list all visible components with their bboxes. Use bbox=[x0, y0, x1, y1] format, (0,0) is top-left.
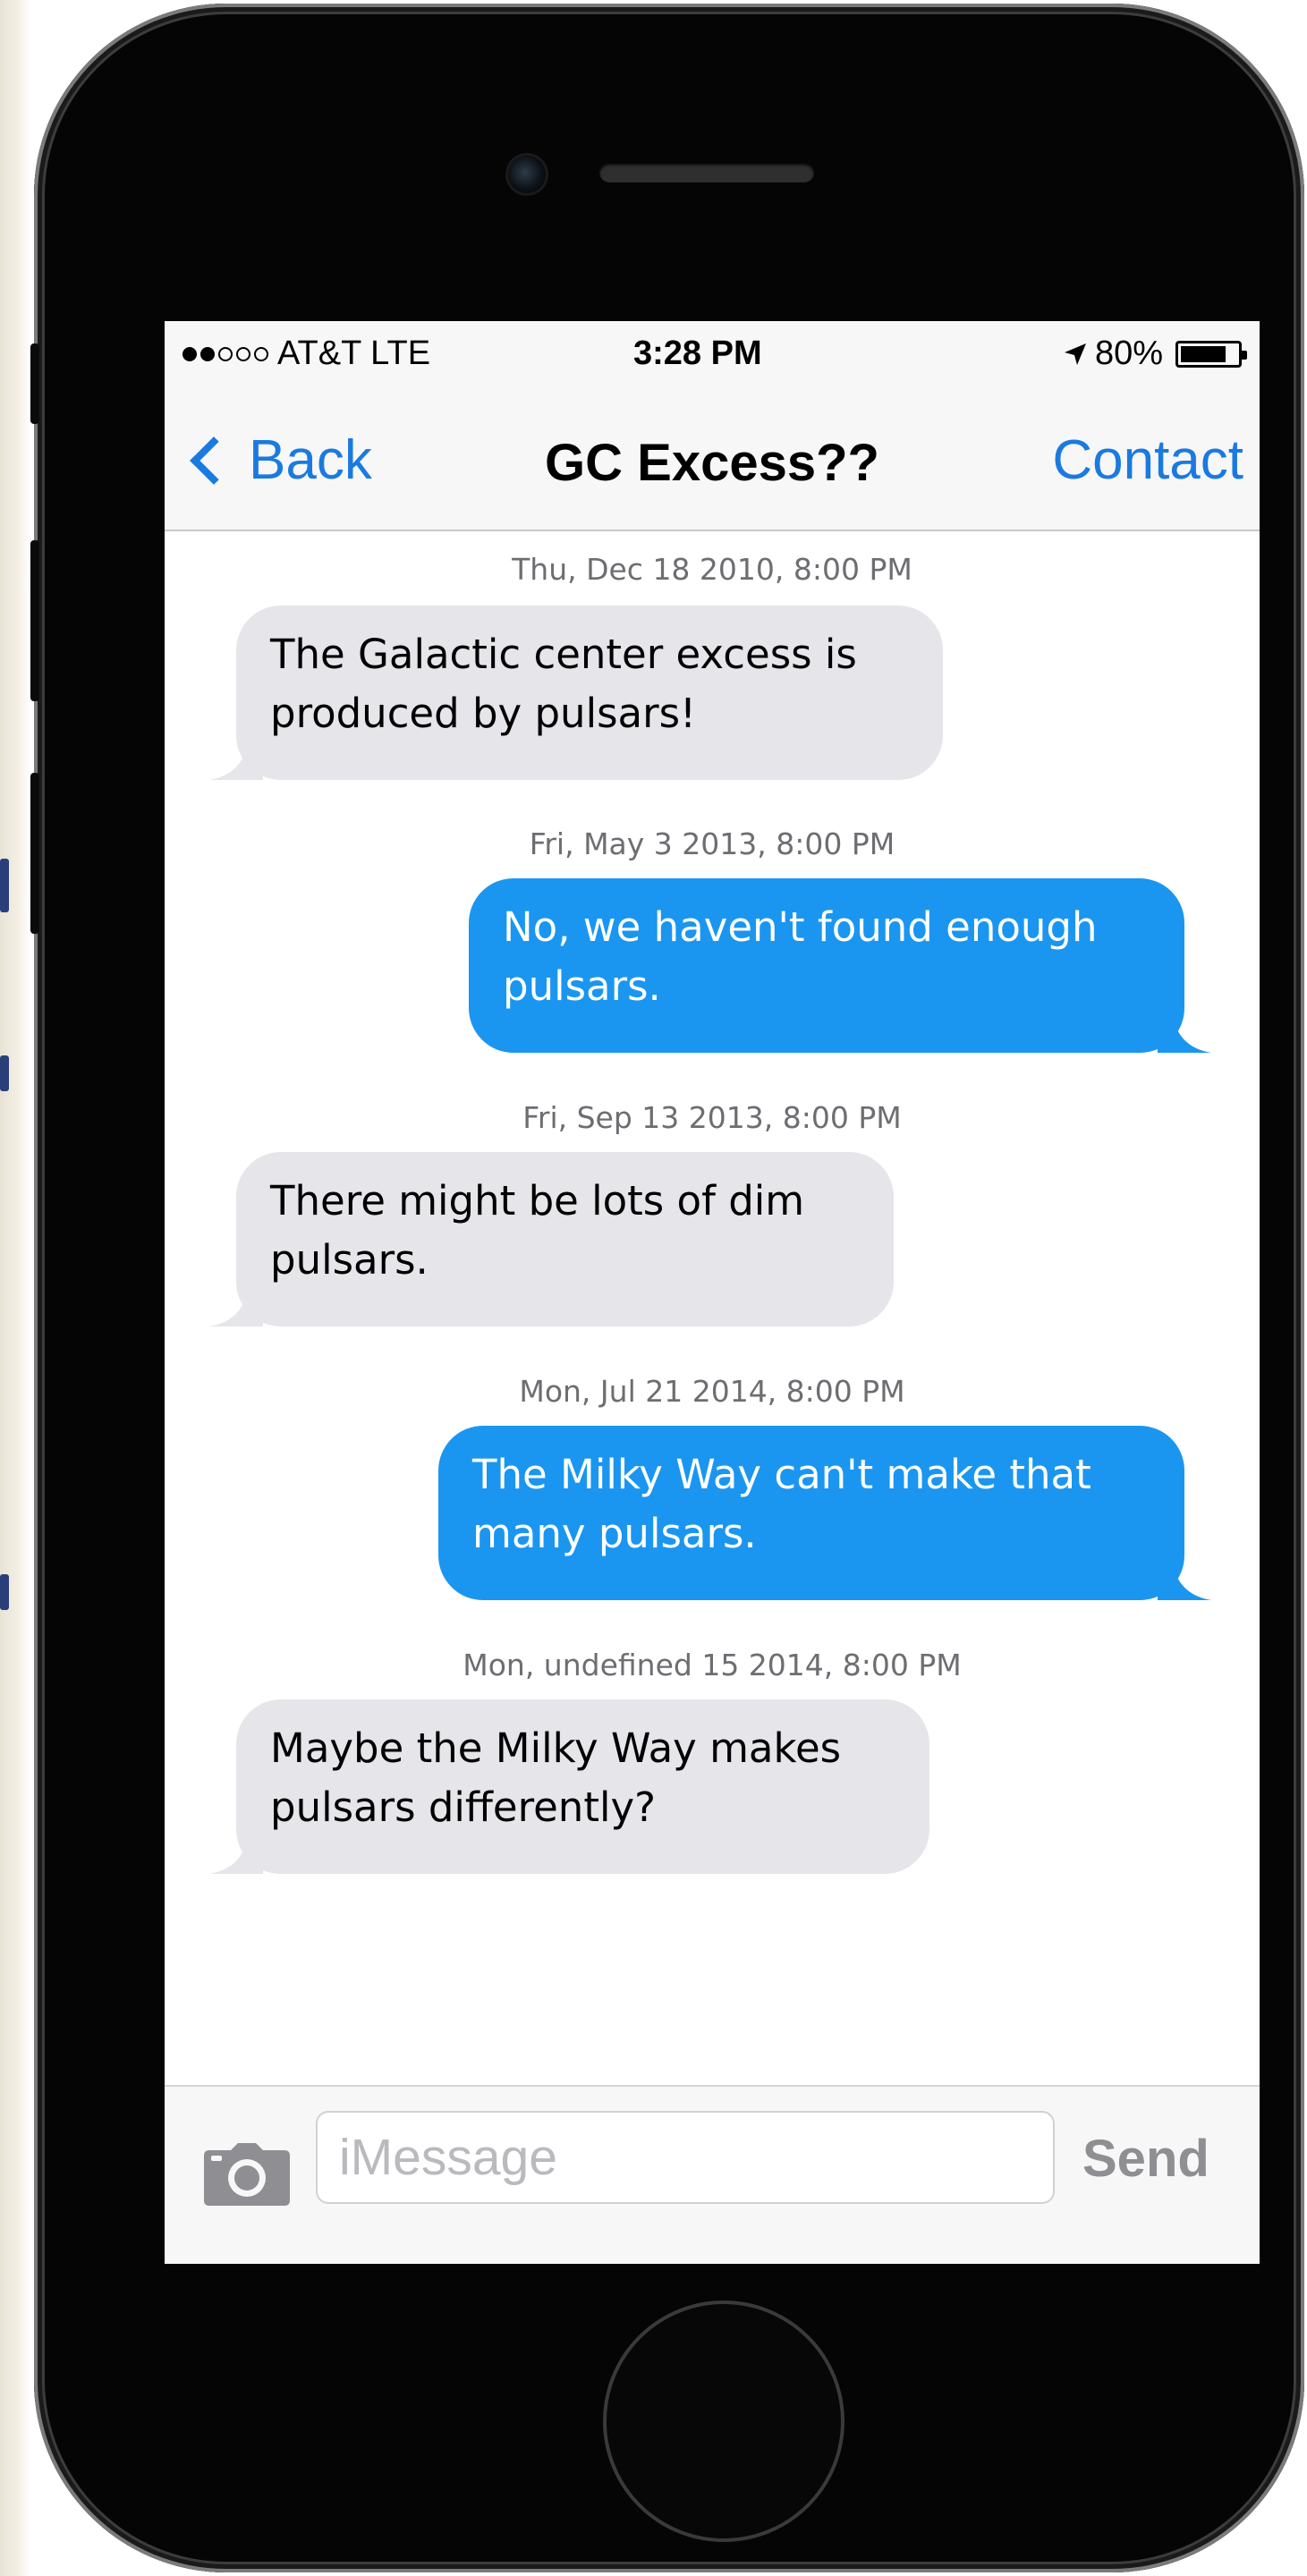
status-bar: AT&T LTE 3:28 PM 80% bbox=[165, 321, 1260, 393]
camera-icon[interactable] bbox=[204, 2143, 290, 2206]
bubble-tail bbox=[209, 726, 263, 780]
signal-strength-icon bbox=[182, 346, 268, 361]
message-timestamp: Thu, Dec 18 2010, 8:00 PM bbox=[512, 552, 912, 587]
contact-button[interactable]: Contact bbox=[1052, 428, 1243, 492]
message-text-line: many pulsars. bbox=[472, 1510, 757, 1557]
battery-percent: 80% bbox=[1094, 335, 1163, 372]
navigation-bar: Back GC Excess?? Contact bbox=[165, 393, 1260, 531]
message-timestamp: Fri, May 3 2013, 8:00 PM bbox=[529, 826, 895, 861]
carrier-label: AT&T LTE bbox=[277, 335, 431, 372]
message-text-line: There might be lots of dim bbox=[270, 1177, 805, 1224]
message-text-line: The Milky Way can't make that bbox=[472, 1451, 1091, 1498]
background-mark bbox=[0, 859, 9, 912]
front-camera bbox=[508, 156, 546, 193]
mute-switch bbox=[30, 343, 39, 424]
message-timestamp: Fri, Sep 13 2013, 8:00 PM bbox=[522, 1100, 902, 1135]
message-timestamp: Mon, undefined 15 2014, 8:00 PM bbox=[463, 1648, 962, 1682]
message-input-bar: Send bbox=[165, 2085, 1260, 2264]
volume-down-button bbox=[30, 773, 39, 934]
imessage-input[interactable] bbox=[316, 2111, 1055, 2204]
outgoing-message-bubble[interactable]: No, we haven't found enough pulsars. bbox=[469, 878, 1211, 1053]
battery-icon bbox=[1175, 340, 1247, 368]
message-text-line: pulsars. bbox=[503, 962, 661, 1010]
background-mark bbox=[0, 1055, 9, 1091]
status-time: 3:28 PM bbox=[633, 335, 762, 372]
background-mark bbox=[0, 1574, 9, 1610]
volume-up-button bbox=[30, 540, 39, 701]
bubble-tail bbox=[209, 1273, 263, 1326]
incoming-message-bubble[interactable]: There might be lots of dim pulsars. bbox=[209, 1152, 894, 1326]
message-text-line: The Galactic center excess is bbox=[270, 631, 857, 678]
message-text-line: pulsars. bbox=[270, 1236, 429, 1284]
conversation-thread[interactable]: Thu, Dec 18 2010, 8:00 PM The Galactic c… bbox=[165, 531, 1260, 2085]
location-arrow-icon bbox=[1064, 343, 1086, 365]
send-button[interactable]: Send bbox=[1082, 2129, 1209, 2189]
message-text-line: produced by pulsars! bbox=[270, 690, 697, 737]
bubble-tail bbox=[209, 1820, 263, 1874]
status-battery-group: 80% bbox=[1063, 335, 1247, 373]
outgoing-message-bubble[interactable]: The Milky Way can't make that many pulsa… bbox=[438, 1426, 1211, 1600]
message-text-line: Maybe the Milky Way makes bbox=[270, 1724, 842, 1772]
background-strip bbox=[0, 0, 30, 2576]
phone-frame: AT&T LTE 3:28 PM 80% Back GC Excess?? Co… bbox=[30, 4, 1304, 2572]
message-text-line: No, we haven't found enough bbox=[503, 903, 1098, 951]
earpiece-speaker bbox=[599, 163, 814, 182]
home-button[interactable] bbox=[603, 2301, 844, 2542]
bubble-tail bbox=[1158, 999, 1211, 1053]
message-text-line: pulsars differently? bbox=[270, 1784, 656, 1831]
message-timestamp: Mon, Jul 21 2014, 8:00 PM bbox=[519, 1374, 905, 1409]
status-carrier-group: AT&T LTE bbox=[182, 335, 430, 373]
incoming-message-bubble[interactable]: The Galactic center excess is produced b… bbox=[209, 606, 943, 780]
incoming-message-bubble[interactable]: Maybe the Milky Way makes pulsars differ… bbox=[209, 1699, 929, 1874]
bubble-tail bbox=[1158, 1546, 1211, 1600]
phone-screen: AT&T LTE 3:28 PM 80% Back GC Excess?? Co… bbox=[165, 321, 1260, 2264]
